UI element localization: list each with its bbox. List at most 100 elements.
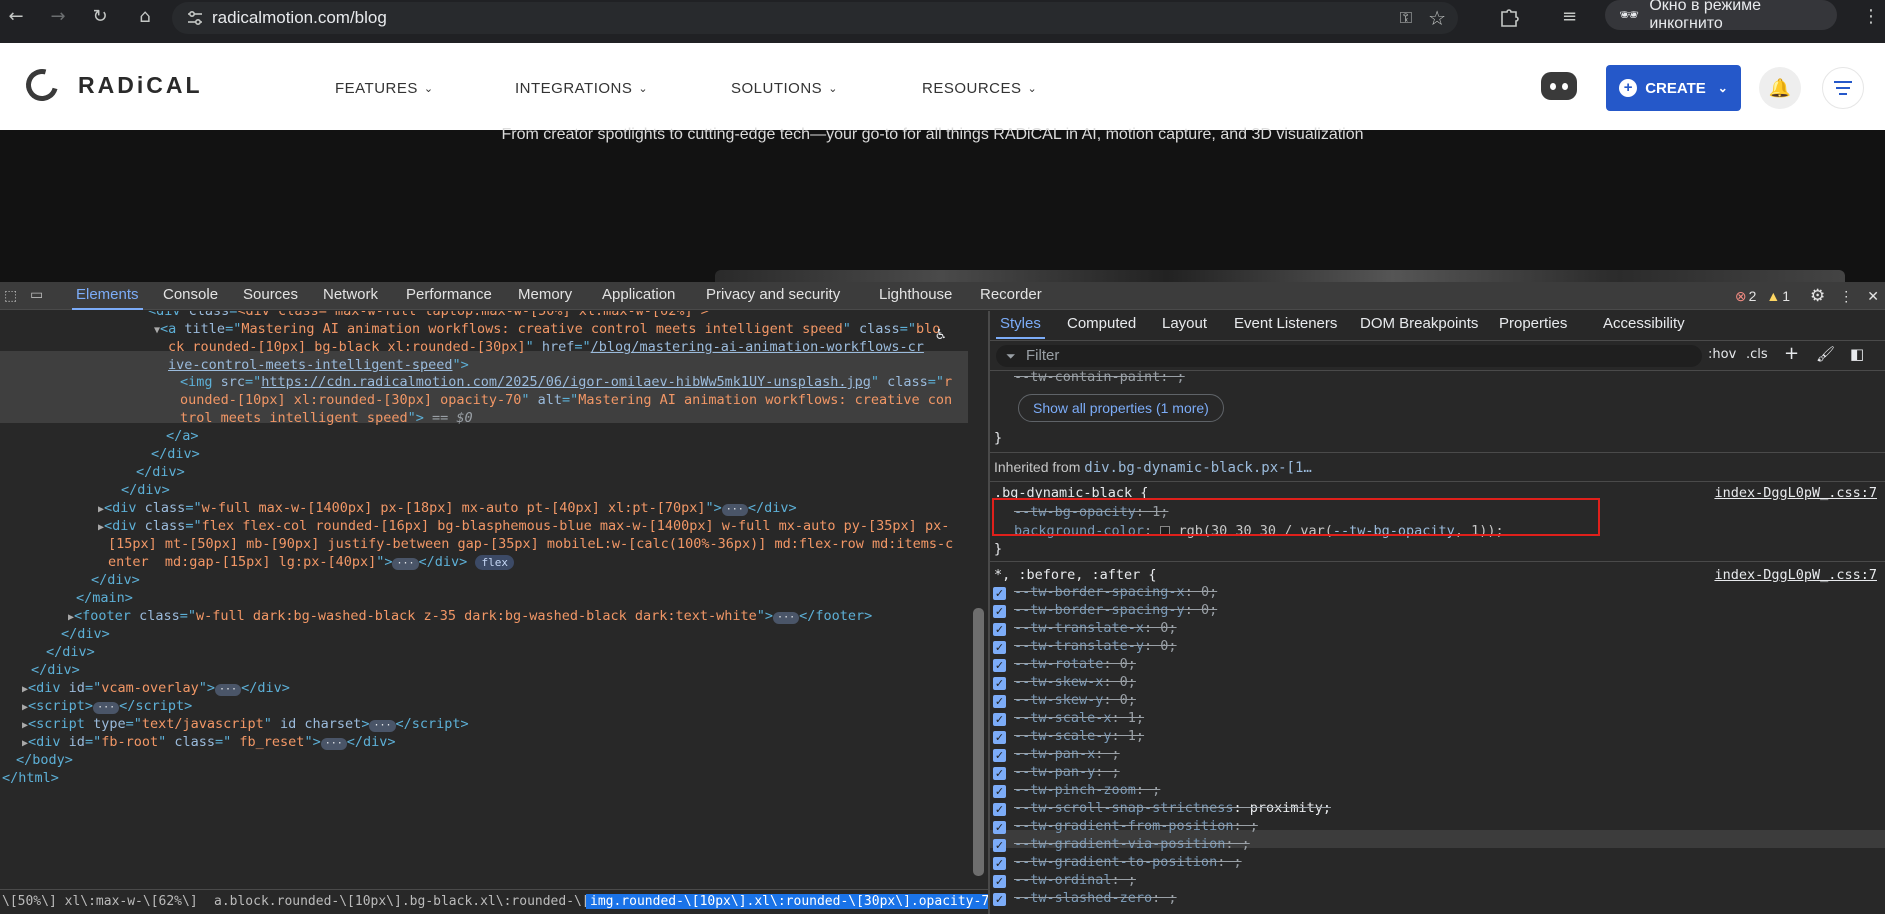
- dom-line[interactable]: ▶<script> ··· </script>: [22, 697, 192, 717]
- tab-recorder[interactable]: Recorder: [980, 286, 1042, 303]
- tab-lighthouse[interactable]: Lighthouse: [879, 286, 952, 303]
- tab-sources[interactable]: Sources: [243, 286, 298, 303]
- property-checkbox[interactable]: ✓: [993, 893, 1006, 906]
- dom-line[interactable]: ▶<div id="vcam-overlay"> ··· </div>: [22, 679, 290, 699]
- site-info-icon[interactable]: [186, 9, 204, 31]
- property-checkbox[interactable]: ✓: [993, 767, 1006, 780]
- style-property[interactable]: --tw-gradient-from-position: ;: [1014, 818, 1258, 834]
- dom-line[interactable]: ▶<div class="flex flex-col rounded-[16px…: [98, 517, 949, 537]
- dom-line[interactable]: </div>: [31, 661, 80, 679]
- browser-menu-icon[interactable]: ⋮: [1862, 6, 1880, 27]
- styles-filter-input[interactable]: ⏷ Filter: [996, 345, 1702, 367]
- tab-styles[interactable]: Styles: [996, 315, 1045, 339]
- password-key-icon[interactable]: ⚿: [1400, 8, 1412, 28]
- tab-memory[interactable]: Memory: [518, 286, 572, 303]
- tab-event-listeners[interactable]: Event Listeners: [1234, 315, 1337, 332]
- property-checkbox[interactable]: ✓: [993, 821, 1006, 834]
- device-toolbar-icon[interactable]: ▭: [30, 286, 43, 303]
- reading-list-icon[interactable]: ≡: [1562, 6, 1577, 27]
- property-checkbox[interactable]: ✓: [993, 641, 1006, 654]
- tab-computed[interactable]: Computed: [1067, 315, 1136, 332]
- dom-line[interactable]: ▶<div class="w-full max-w-[1400px] px-[1…: [98, 499, 797, 519]
- property-checkbox[interactable]: ✓: [993, 695, 1006, 708]
- dom-line[interactable]: trol meets intelligent speed"> == $0: [180, 409, 473, 427]
- create-button[interactable]: + CREATE ⌄: [1606, 65, 1741, 111]
- style-property[interactable]: --tw-skew-y: 0;: [1014, 692, 1136, 708]
- dom-line-footer[interactable]: ▶<footer class="w-full dark:bg-washed-bl…: [68, 607, 872, 627]
- notifications-bell-icon[interactable]: 🔔: [1759, 67, 1801, 109]
- style-property[interactable]: --tw-border-spacing-y: 0;: [1014, 602, 1217, 618]
- style-property[interactable]: --tw-pan-y: ;: [1014, 764, 1120, 780]
- style-property[interactable]: --tw-slashed-zero: ;: [1014, 890, 1177, 906]
- property-checkbox[interactable]: ✓: [993, 659, 1006, 672]
- more-options-icon[interactable]: ⋮: [1839, 288, 1853, 305]
- breadcrumb-item[interactable]: a.block.rounded-\[10px\].bg-black.xl\:ro…: [214, 894, 637, 909]
- tab-layout[interactable]: Layout: [1162, 315, 1207, 332]
- tab-network[interactable]: Network: [323, 286, 378, 303]
- dom-line-anchor[interactable]: ▼<a title="Mastering AI animation workfl…: [154, 320, 940, 340]
- dom-line[interactable]: ▶<script type="text/javascript" id chars…: [22, 715, 469, 735]
- nav-features[interactable]: FEATURES ⌄: [335, 80, 434, 97]
- dom-line[interactable]: </body>: [16, 751, 73, 769]
- dom-line[interactable]: </div>: [136, 463, 185, 481]
- hamburger-menu-icon[interactable]: [1822, 67, 1864, 109]
- tab-application[interactable]: Application: [602, 286, 675, 303]
- nav-resources[interactable]: RESOURCES ⌄: [922, 80, 1037, 97]
- new-style-rule-icon[interactable]: +: [1784, 343, 1799, 364]
- property-checkbox[interactable]: ✓: [993, 749, 1006, 762]
- style-property[interactable]: --tw-pan-x: ;: [1014, 746, 1120, 762]
- style-property[interactable]: --tw-pinch-zoom: ;: [1014, 782, 1160, 798]
- property-checkbox[interactable]: ✓: [993, 731, 1006, 744]
- hov-toggle[interactable]: :hov: [1708, 347, 1736, 362]
- style-property[interactable]: --tw-skew-x: 0;: [1014, 674, 1136, 690]
- rule-source-link[interactable]: index-DggL0pW_.css:7: [1714, 567, 1877, 583]
- flex-badge[interactable]: flex: [475, 555, 514, 570]
- property-checkbox[interactable]: ✓: [993, 587, 1006, 600]
- inspect-element-icon[interactable]: ⬚: [4, 287, 17, 304]
- back-icon[interactable]: ←: [0, 0, 32, 32]
- property-checkbox[interactable]: ✓: [993, 803, 1006, 816]
- dom-line-img[interactable]: <img src="https://cdn.radicalmotion.com/…: [180, 373, 952, 391]
- discord-icon[interactable]: [1541, 72, 1577, 100]
- extensions-icon[interactable]: [1498, 6, 1520, 33]
- cls-toggle[interactable]: .cls: [1746, 347, 1768, 362]
- dom-line[interactable]: </div>: [121, 481, 170, 499]
- style-property[interactable]: --tw-border-spacing-x: 0;: [1014, 584, 1217, 600]
- style-property[interactable]: --tw-translate-y: 0;: [1014, 638, 1177, 654]
- error-icon[interactable]: ⊗: [1735, 288, 1747, 305]
- nav-integrations[interactable]: INTEGRATIONS ⌄: [515, 80, 648, 97]
- element-state-icon[interactable]: 🖌: [1816, 345, 1835, 363]
- style-property[interactable]: --tw-rotate: 0;: [1014, 656, 1136, 672]
- style-property[interactable]: --tw-translate-x: 0;: [1014, 620, 1177, 636]
- property-checkbox[interactable]: ✓: [993, 875, 1006, 888]
- dom-line[interactable]: [15px] mt-[50px] mb-[90px] justify-betwe…: [108, 535, 953, 553]
- rule-selector[interactable]: *, :before, :after {: [994, 567, 1157, 583]
- property-checkbox[interactable]: ✓: [993, 839, 1006, 852]
- inherited-from-link[interactable]: div.bg-dynamic-black.px-[1…: [1084, 460, 1312, 476]
- dom-line[interactable]: </html>: [2, 769, 59, 787]
- address-bar[interactable]: radicalmotion.com/blog ⚿ ☆: [172, 2, 1458, 34]
- tab-dom-breakpoints[interactable]: DOM Breakpoints: [1360, 315, 1478, 332]
- property-checkbox[interactable]: ✓: [993, 623, 1006, 636]
- dom-line[interactable]: </div>: [151, 445, 200, 463]
- style-property[interactable]: --tw-scale-y: 1;: [1014, 728, 1144, 744]
- dom-line[interactable]: </div>: [46, 643, 95, 661]
- style-property[interactable]: --tw-gradient-to-position: ;: [1014, 854, 1242, 870]
- breadcrumb-item-selected[interactable]: img.rounded-\[10px\].xl\:rounded-\[30px\…: [586, 894, 988, 909]
- property-checkbox[interactable]: ✓: [993, 605, 1006, 618]
- style-property[interactable]: --tw-scroll-snap-strictness: proximity;: [1014, 800, 1331, 816]
- style-property[interactable]: --tw-ordinal: ;: [1014, 872, 1136, 888]
- incognito-indicator[interactable]: 🕶 Окно в режиме инкогнито: [1605, 0, 1837, 32]
- property-checkbox[interactable]: ✓: [993, 785, 1006, 798]
- style-property[interactable]: --tw-scale-x: 1;: [1014, 710, 1144, 726]
- nav-solutions[interactable]: SOLUTIONS ⌄: [731, 80, 838, 97]
- close-devtools-icon[interactable]: ✕: [1867, 288, 1879, 305]
- rule-source-link[interactable]: index-DggL0pW_.css:7: [1714, 485, 1877, 501]
- dom-line[interactable]: </div>: [91, 571, 140, 589]
- dom-line[interactable]: ck rounded-[10px] bg-black xl:rounded-[3…: [168, 338, 924, 356]
- settings-gear-icon[interactable]: ⚙: [1810, 286, 1825, 306]
- tab-accessibility[interactable]: Accessibility: [1603, 315, 1685, 332]
- home-icon[interactable]: ⌂: [129, 0, 161, 32]
- tab-performance[interactable]: Performance: [406, 286, 492, 303]
- style-property[interactable]: --tw-gradient-via-position: ;: [1014, 836, 1250, 852]
